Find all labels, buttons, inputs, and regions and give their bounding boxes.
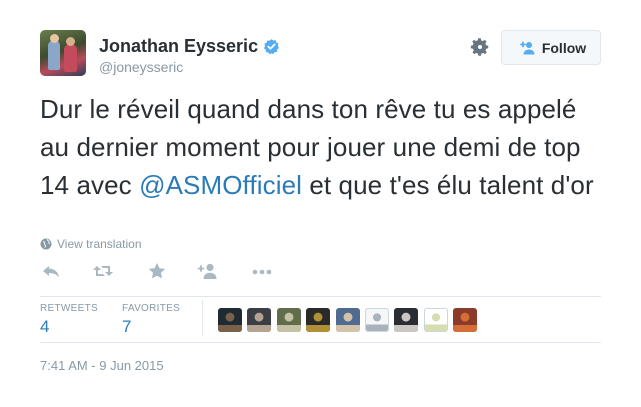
favoriter-avatar[interactable] — [276, 308, 301, 332]
retweet-icon[interactable] — [92, 262, 114, 280]
follow-button[interactable]: Follow — [501, 30, 601, 65]
globe-icon — [40, 238, 52, 250]
stats-divider — [202, 300, 203, 336]
verified-badge-icon — [264, 39, 280, 55]
avatar-figure — [394, 308, 419, 332]
mention-link[interactable]: @ASMOfficiel — [139, 170, 302, 200]
avatar-figure — [276, 308, 301, 332]
divider — [40, 296, 601, 297]
user-plus-icon — [519, 41, 535, 54]
view-translation-link[interactable]: View translation — [40, 237, 142, 251]
author-avatar[interactable] — [40, 30, 86, 76]
tweet-text-part: et que t'es élu talent d'or — [302, 170, 594, 200]
author-handle[interactable]: @joneysseric — [99, 59, 183, 75]
avatar-figure — [247, 308, 272, 332]
avatar-figure — [335, 308, 360, 332]
gear-icon[interactable] — [469, 36, 491, 58]
author-name-row[interactable]: Jonathan Eysseric — [99, 36, 280, 57]
favoriter-avatar[interactable] — [247, 308, 272, 332]
favoriter-avatar[interactable] — [335, 308, 360, 332]
avatar-figure — [64, 44, 77, 72]
avatar-figure — [218, 308, 242, 332]
favoriter-avatar[interactable] — [364, 308, 389, 332]
avatar-figure — [424, 309, 447, 331]
retweets-label: RETWEETS — [40, 303, 98, 314]
tweet-text: Dur le réveil quand dans ton rêve tu es … — [40, 90, 600, 204]
user-plus-icon[interactable] — [197, 262, 219, 280]
tweet-card: Jonathan Eysseric @joneysseric Follow Du… — [0, 0, 641, 407]
star-icon[interactable] — [146, 262, 168, 280]
tweet-timestamp[interactable]: 7:41 AM - 9 Jun 2015 — [40, 358, 164, 373]
retweets-count[interactable]: 4 — [40, 317, 49, 337]
more-icon[interactable] — [251, 262, 273, 280]
avatar-figure — [50, 34, 59, 43]
avatar-figure — [66, 37, 75, 46]
favoriter-avatar[interactable] — [394, 308, 419, 332]
favoriters-avatar-list — [218, 308, 483, 332]
favorites-count[interactable]: 7 — [122, 317, 131, 337]
favoriter-avatar[interactable] — [453, 308, 478, 332]
follow-button-label: Follow — [541, 39, 587, 56]
favorites-label: FAVORITES — [122, 303, 181, 314]
avatar-figure — [453, 308, 478, 332]
divider — [40, 342, 601, 343]
author-display-name[interactable]: Jonathan Eysseric — [99, 36, 258, 57]
favoriter-avatar[interactable] — [218, 308, 242, 332]
reply-icon[interactable] — [40, 262, 62, 280]
favoriter-avatar[interactable] — [423, 308, 448, 332]
view-translation-label: View translation — [57, 237, 142, 251]
avatar-figure — [48, 40, 60, 70]
favoriter-avatar[interactable] — [306, 308, 331, 332]
avatar-figure — [365, 309, 388, 331]
avatar-figure — [306, 308, 331, 332]
